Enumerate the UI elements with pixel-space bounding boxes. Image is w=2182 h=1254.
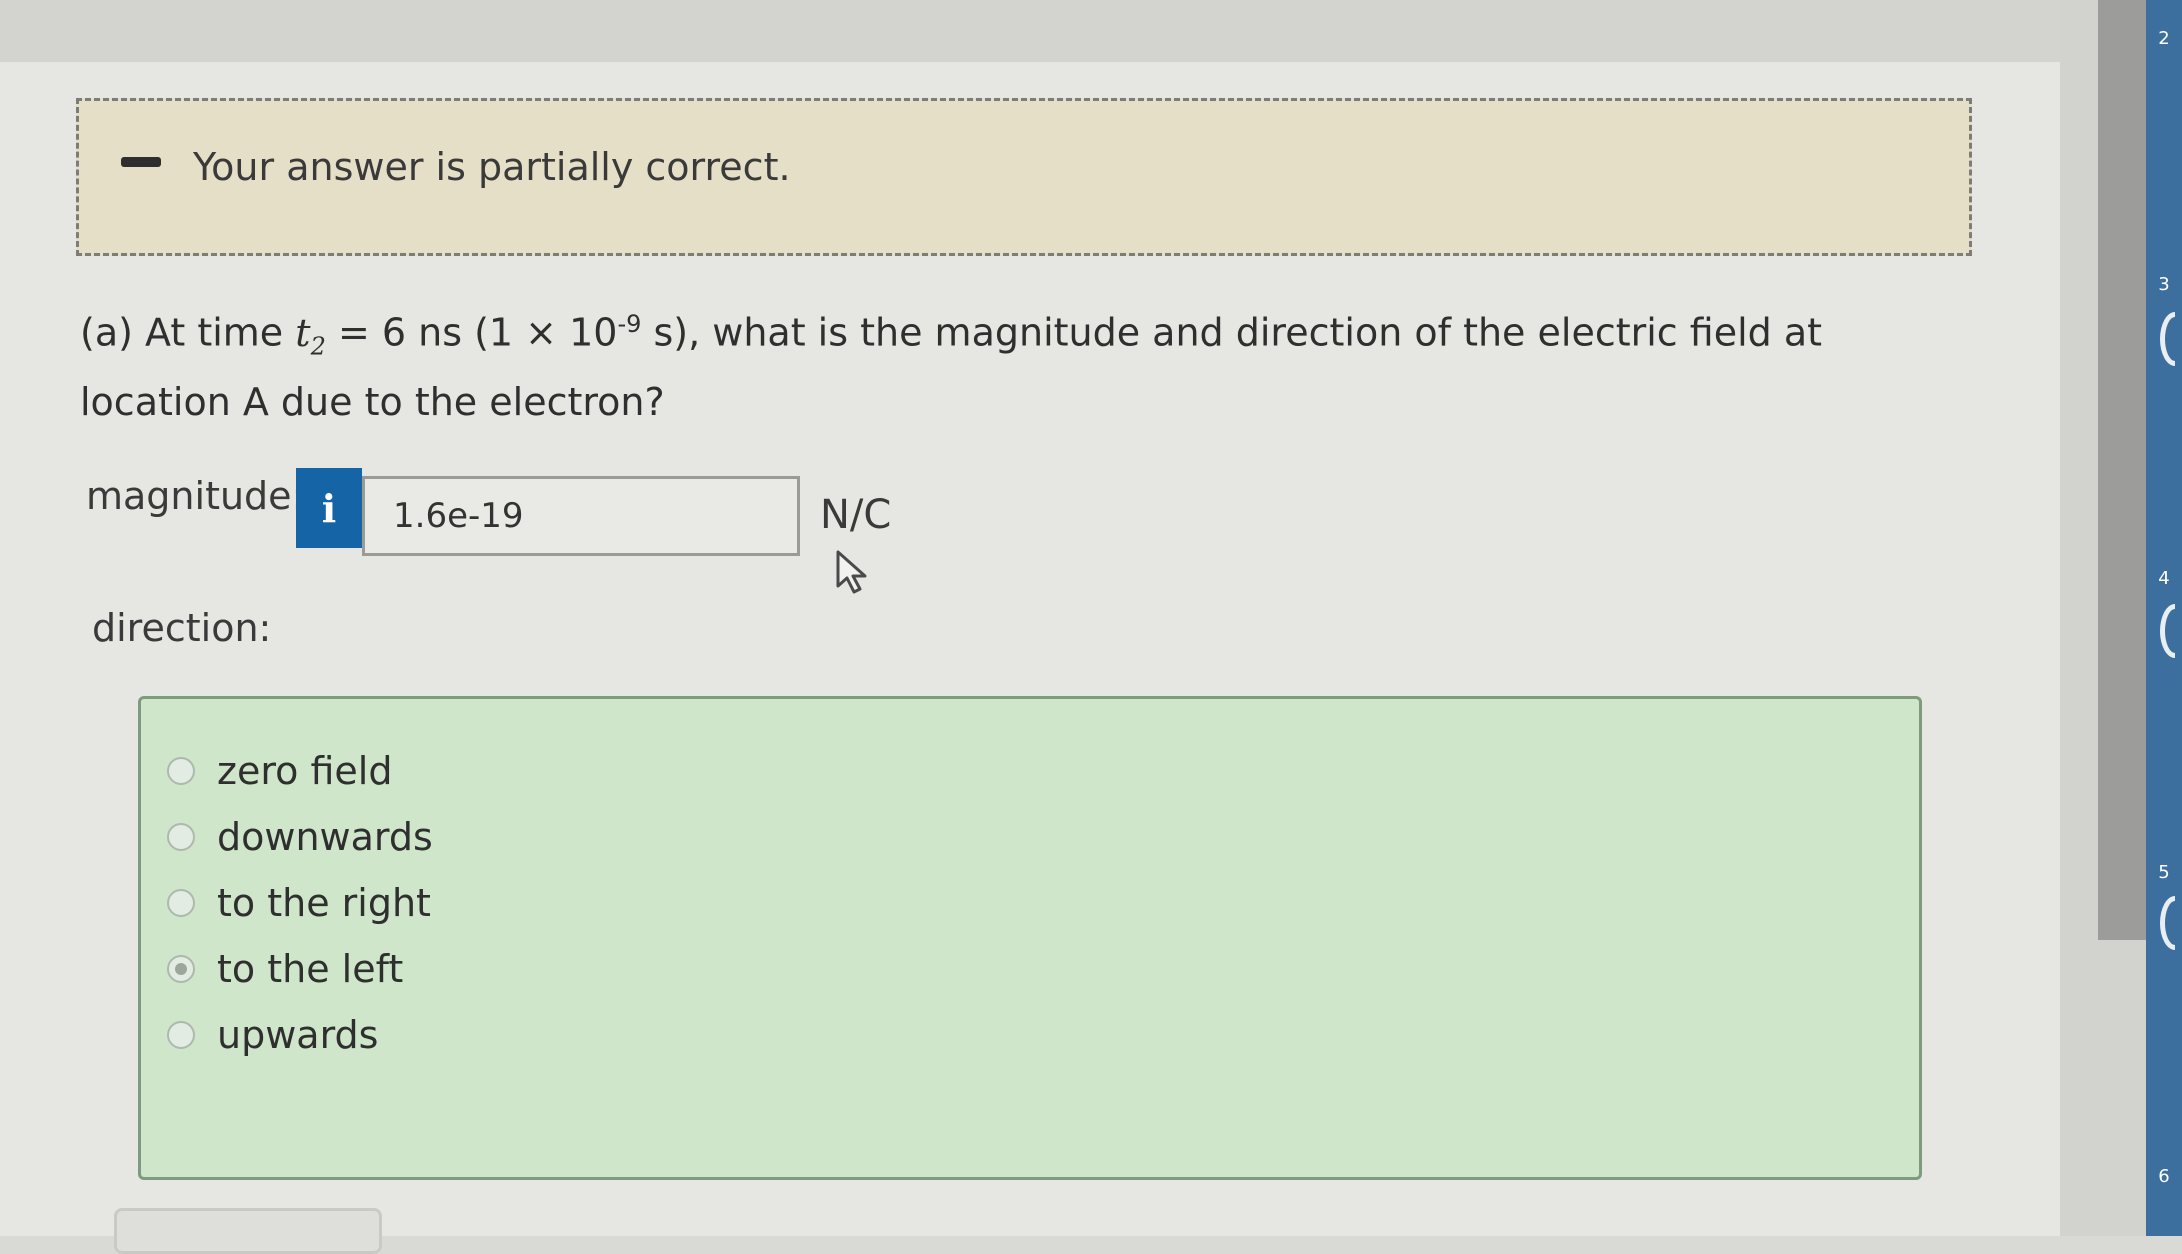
question-part: (a) At time	[80, 310, 284, 355]
choice-to-the-left[interactable]: to the left	[167, 943, 403, 995]
time-variable: t2	[295, 310, 326, 361]
nav-number[interactable]: 3	[2150, 274, 2178, 295]
radio-button[interactable]	[167, 889, 195, 917]
unit-label: N/C	[820, 492, 892, 538]
nav-number[interactable]: 6	[2150, 1166, 2178, 1187]
choice-to-the-right[interactable]: to the right	[167, 877, 431, 929]
feedback-message: Your answer is partially correct.	[193, 145, 791, 189]
direction-label: direction:	[92, 606, 272, 650]
nav-number[interactable]: 4	[2150, 568, 2178, 589]
radio-button[interactable]	[167, 757, 195, 785]
exponent: -9	[617, 310, 642, 338]
nav-number[interactable]: 2	[2150, 28, 2178, 49]
radio-button[interactable]	[167, 823, 195, 851]
choice-label: to the left	[217, 947, 404, 991]
radio-button-selected[interactable]	[167, 955, 195, 983]
choice-label: downwards	[217, 815, 433, 859]
equals-sign: =	[337, 310, 370, 355]
top-bar	[0, 0, 2182, 62]
choice-downwards[interactable]: downwards	[167, 811, 433, 863]
choice-zero-field[interactable]: zero field	[167, 745, 392, 797]
choice-upwards[interactable]: upwards	[167, 1009, 378, 1061]
choice-label: zero field	[217, 749, 393, 793]
bottom-button-edge[interactable]	[114, 1208, 382, 1254]
magnitude-label: magnitude:	[86, 474, 305, 518]
feedback-banner: Your answer is partially correct.	[76, 98, 1972, 256]
partial-correct-icon	[121, 157, 161, 167]
magnitude-input[interactable]	[362, 476, 800, 556]
direction-choices: zero field downwards to the right to the…	[138, 696, 1922, 1180]
mouse-cursor-icon	[836, 550, 867, 594]
time-value: 6 ns (1 × 10	[381, 310, 618, 355]
radio-button[interactable]	[167, 1021, 195, 1049]
question-text: (a) At time t2 = 6 ns (1 × 10-9 s), what…	[80, 296, 1980, 430]
nav-number[interactable]: 5	[2150, 862, 2178, 883]
choice-label: upwards	[217, 1013, 379, 1057]
choice-label: to the right	[217, 881, 431, 925]
info-icon[interactable]: i	[296, 468, 362, 548]
scrollbar[interactable]	[2098, 0, 2146, 940]
